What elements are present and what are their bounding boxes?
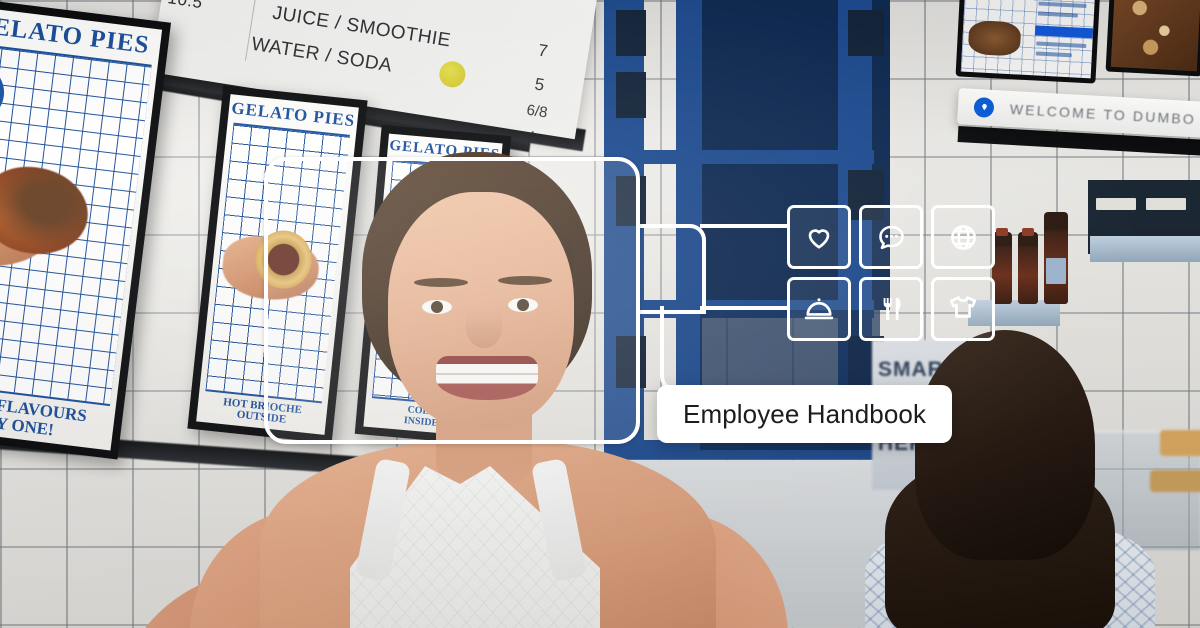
heart-icon-button[interactable] [787, 205, 851, 269]
fork-knife-icon-button[interactable] [859, 277, 923, 341]
ar-overlay: Employee Handbook [0, 0, 1200, 628]
chat-bubble-icon-button[interactable] [859, 205, 923, 269]
connector-to-icon-row-2 [700, 306, 790, 310]
detection-label-text: Employee Handbook [683, 398, 927, 429]
heart-icon [804, 222, 834, 252]
t-shirt-icon [947, 293, 979, 325]
chat-bubble-icon [876, 222, 907, 253]
face-detection-frame[interactable] [264, 157, 640, 444]
detection-label-pill[interactable]: Employee Handbook [657, 385, 953, 443]
globe-icon [948, 222, 979, 253]
globe-icon-button[interactable] [931, 205, 995, 269]
screenshot-root: WELCOME TO DUMBO SMARTERYOUAREHERE 10.5 … [0, 0, 1200, 628]
connector-to-label [660, 306, 706, 392]
fork-knife-icon [876, 294, 906, 324]
food-cloche-icon [803, 293, 835, 325]
category-icon-grid [787, 205, 995, 341]
t-shirt-icon-button[interactable] [931, 277, 995, 341]
connector-to-icon-row-1 [700, 224, 790, 228]
food-cloche-icon-button[interactable] [787, 277, 851, 341]
connector-line-top [636, 224, 706, 314]
